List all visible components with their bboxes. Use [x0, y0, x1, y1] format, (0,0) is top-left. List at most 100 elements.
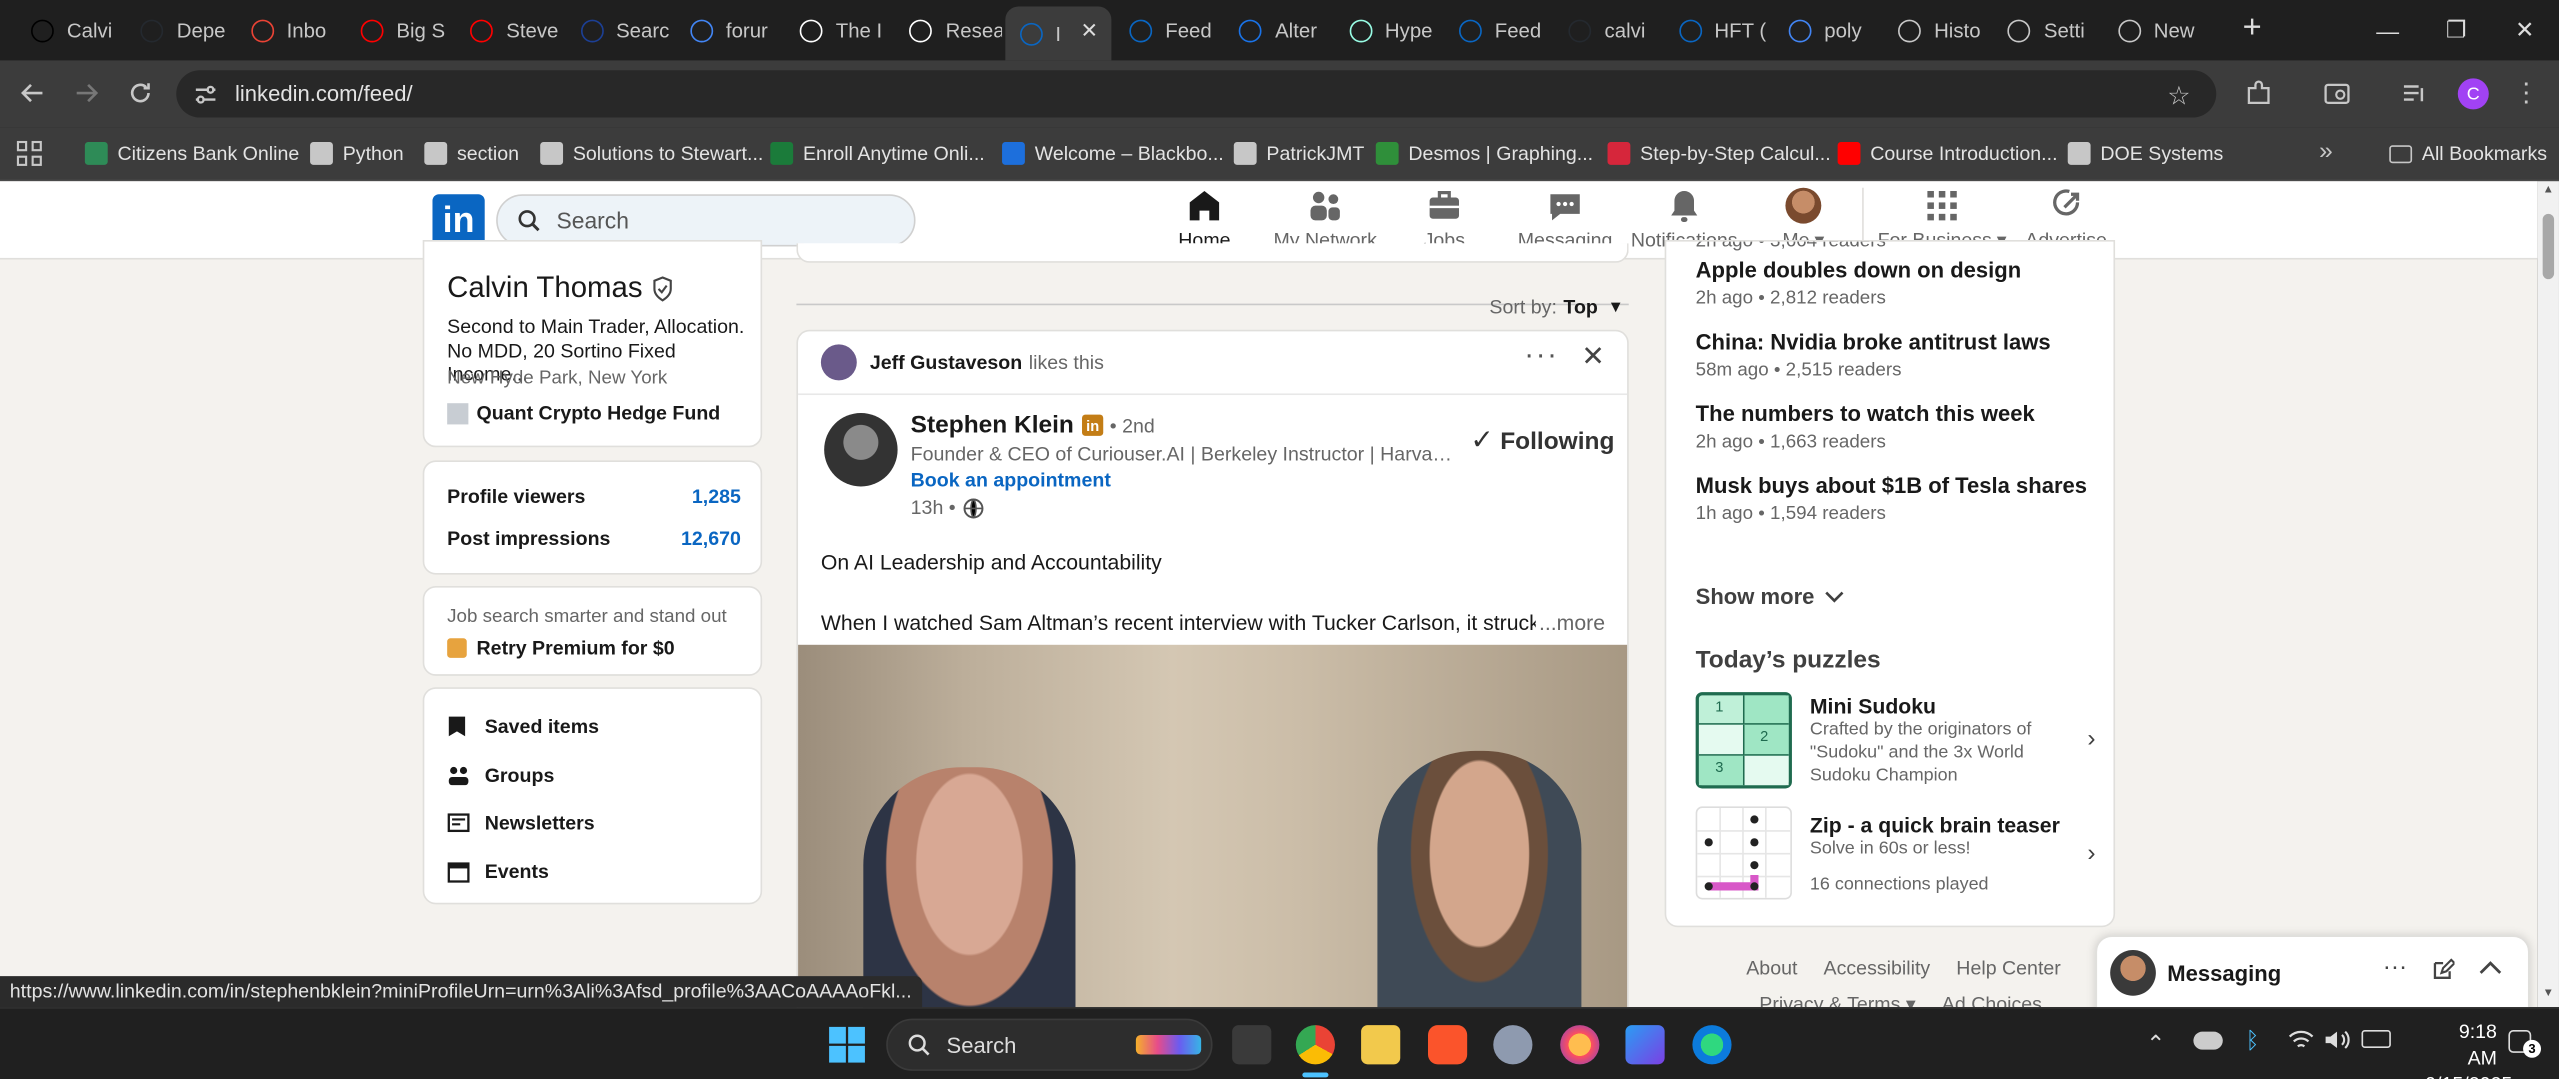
bluetooth-icon[interactable]: ᛒ — [2246, 1027, 2260, 1053]
forward-icon[interactable] — [72, 78, 101, 107]
tab-18[interactable]: Setti — [1993, 10, 2100, 52]
edge-icon[interactable] — [1692, 1025, 1732, 1065]
messaging-dock[interactable]: Messaging ··· — [2095, 935, 2530, 1008]
tab-8[interactable]: Resea — [895, 10, 1002, 52]
post-image[interactable] — [798, 644, 1628, 1008]
bookmark-2[interactable]: section — [424, 139, 519, 168]
zip-puzzle-item[interactable]: Zip - a quick brain teaser Solve in 60s … — [1695, 806, 2095, 904]
footer-about[interactable]: About — [1746, 957, 1797, 980]
footer-privacy[interactable]: Privacy & Terms ▾ — [1759, 992, 1915, 1007]
bookmark-10[interactable]: DOE Systems — [2067, 139, 2223, 168]
bookmark-star-icon[interactable]: ☆ — [2167, 80, 2190, 113]
tab-13[interactable]: Feed — [1444, 10, 1551, 52]
author-avatar[interactable] — [824, 412, 898, 487]
bookmark-7[interactable]: Desmos | Graphing... — [1375, 139, 1593, 168]
more-bookmarks-icon[interactable]: » — [2319, 137, 2333, 165]
page-scrollbar[interactable]: ▲ ▼ — [2537, 181, 2559, 1008]
show-more-button[interactable]: Show more — [1696, 584, 1844, 609]
clock[interactable]: 9:18 AM 9/15/2025 — [2425, 1019, 2512, 1079]
chrome-taskbar-icon[interactable] — [1295, 1025, 1335, 1065]
scroll-up-icon[interactable]: ▲ — [2543, 184, 2554, 195]
tab-17[interactable]: Histo — [1883, 10, 1990, 52]
news-item[interactable]: Apple doubles down on design 2h ago • 2,8… — [1696, 258, 2022, 309]
footer-help[interactable]: Help Center — [1956, 957, 2060, 980]
tab-19[interactable]: New — [2103, 10, 2210, 52]
tab-search-icon[interactable] — [2322, 78, 2351, 107]
post-impressions-row[interactable]: Post impressions 12,670 — [447, 527, 741, 550]
news-item[interactable]: China: Nvidia broke antitrust laws 58m ag… — [1696, 330, 2051, 381]
address-bar[interactable]: linkedin.com/feed/ ☆ — [176, 70, 2217, 118]
hidden-icons-chevron-icon[interactable]: ⌃ — [2146, 1030, 2165, 1058]
bookmark-3[interactable]: Solutions to Stewart... — [540, 139, 763, 168]
compose-icon[interactable] — [2432, 958, 2455, 981]
following-button[interactable]: ✓ Following — [1470, 424, 1614, 457]
wifi-icon[interactable] — [2288, 1028, 2314, 1051]
profile-avatar[interactable]: C — [2457, 78, 2489, 110]
restore-icon[interactable]: ❐ — [2422, 0, 2491, 60]
new-tab-button[interactable]: + — [2236, 11, 2269, 46]
post-more-icon[interactable]: ··· — [1524, 338, 1558, 372]
messaging-more-icon[interactable]: ··· — [2383, 953, 2407, 981]
tab-0[interactable]: Calvi — [16, 10, 123, 52]
file-explorer-icon[interactable] — [1361, 1025, 1401, 1065]
tab-14[interactable]: calvi — [1554, 10, 1661, 52]
extensions-icon[interactable] — [2244, 78, 2273, 107]
profile-company[interactable]: Quant Crypto Hedge Fund — [447, 402, 720, 424]
task-view-icon[interactable] — [1232, 1025, 1272, 1065]
tab-6[interactable]: forur — [675, 10, 782, 52]
firefox-icon[interactable] — [1560, 1025, 1600, 1065]
tab-3[interactable]: Big S — [346, 10, 453, 52]
tab-16[interactable]: poly — [1774, 10, 1881, 52]
bookmark-5[interactable]: Welcome – Blackbo... — [1002, 139, 1224, 168]
close-window-icon[interactable]: ✕ — [2490, 0, 2559, 60]
profile-name[interactable]: Calvin Thomas — [447, 271, 673, 305]
minimize-icon[interactable]: — — [2353, 0, 2422, 60]
author-name-row[interactable]: Stephen Klein in • 2nd — [911, 411, 1155, 439]
profile-viewers-row[interactable]: Profile viewers 1,285 — [447, 485, 741, 508]
linkedin-logo[interactable]: in — [432, 194, 485, 247]
bookmark-9[interactable]: Course Introduction... — [1837, 139, 2058, 168]
premium-card[interactable]: Job search smarter and stand out Retry P… — [422, 586, 763, 676]
news-item[interactable]: The numbers to watch this week 2h ago • 1… — [1696, 402, 2035, 453]
chevron-up-icon[interactable] — [2479, 960, 2502, 975]
news-item[interactable]: Musk buys about $1B of Tesla shares 1h ag… — [1696, 473, 2087, 524]
dismiss-post-icon[interactable]: ✕ — [1581, 341, 1604, 374]
footer-ads[interactable]: Ad Choices — [1942, 992, 2042, 1007]
mini-sudoku-item[interactable]: 1 2 3 Mini Sudoku Crafted by the origina… — [1695, 692, 2095, 790]
scroll-down-icon[interactable]: ▼ — [2543, 988, 2554, 999]
tab-4[interactable]: Steve — [456, 10, 563, 52]
tab-1[interactable]: Depe — [126, 10, 233, 52]
brave-icon[interactable] — [1428, 1025, 1468, 1065]
apps-grid-icon[interactable] — [16, 140, 42, 166]
tab-7[interactable]: The I — [785, 10, 892, 52]
footer-accessibility[interactable]: Accessibility — [1824, 957, 1931, 980]
windows-start-icon[interactable] — [829, 1026, 865, 1063]
shortcut-groups[interactable]: Groups — [447, 763, 554, 786]
sort-control[interactable]: Sort by: Top ▼ — [1489, 295, 1623, 318]
book-appointment-link[interactable]: Book an appointment — [911, 468, 1111, 491]
tab-12[interactable]: Hype — [1334, 10, 1441, 52]
tab-15[interactable]: HFT ( — [1664, 10, 1771, 52]
onedrive-icon[interactable] — [2193, 1031, 2223, 1050]
menu-kebab-icon[interactable]: ⋮ — [2513, 77, 2539, 110]
back-icon[interactable] — [18, 78, 47, 107]
tab-5[interactable]: Searc — [565, 10, 672, 52]
bookmark-4[interactable]: Enroll Anytime Onli... — [770, 139, 985, 168]
profile-card[interactable]: Calvin Thomas Second to Main Trader, All… — [422, 239, 763, 448]
retry-premium-link[interactable]: Retry Premium for $0 — [447, 637, 675, 659]
social-context[interactable]: Jeff Gustaveson likes this — [820, 344, 1104, 381]
bookmark-6[interactable]: PatrickJMT — [1233, 139, 1364, 168]
reload-icon[interactable] — [126, 78, 155, 107]
taskbar-search[interactable]: Search — [886, 1018, 1213, 1071]
tab-10[interactable]: Feed — [1115, 10, 1222, 52]
scrollbar-thumb[interactable] — [2542, 213, 2555, 280]
shortcut-newsletter[interactable]: Newsletters — [447, 811, 595, 834]
see-more-link[interactable]: ...more — [1535, 610, 1606, 636]
tab-11[interactable]: Alter — [1224, 10, 1331, 52]
site-info-icon[interactable] — [193, 82, 219, 108]
bookmark-0[interactable]: Citizens Bank Online — [84, 139, 299, 168]
tab-2[interactable]: Inbo — [236, 10, 343, 52]
all-bookmarks[interactable]: All Bookmarks — [2389, 139, 2547, 168]
settings-icon[interactable] — [1493, 1025, 1533, 1065]
bookmark-8[interactable]: Step-by-Step Calcul... — [1607, 139, 1831, 168]
